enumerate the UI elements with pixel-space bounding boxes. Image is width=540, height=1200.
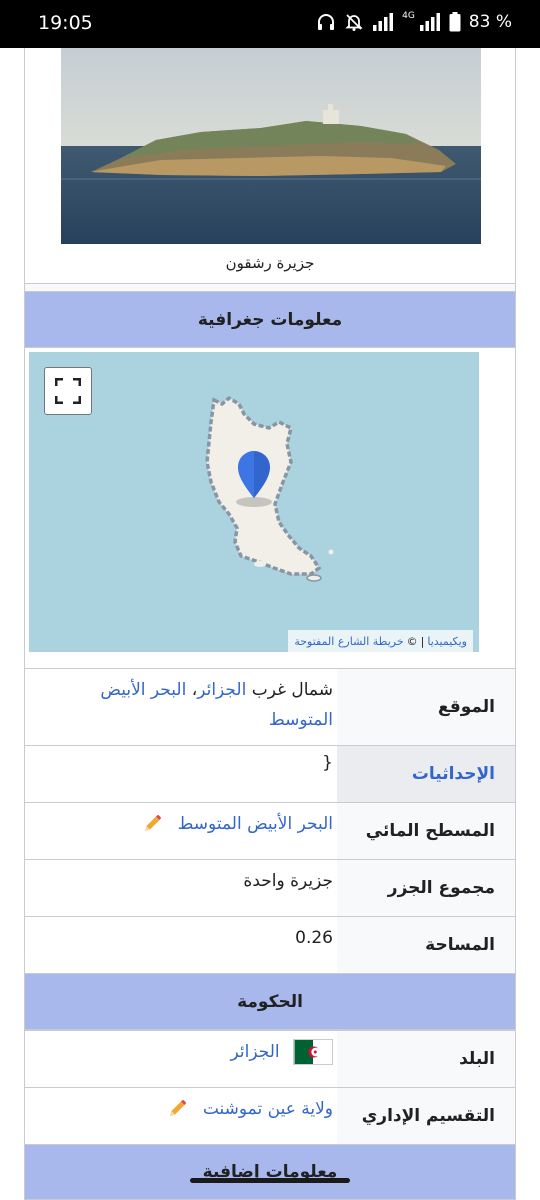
attribution-wikimedia-link[interactable]: ويكيميديا bbox=[427, 635, 467, 648]
status-bar: 19:05 4G 83 % bbox=[0, 0, 540, 48]
island-photo[interactable] bbox=[61, 48, 481, 244]
row-location-value: شمال غرب الجزائر، البحر الأبيض المتوسط bbox=[100, 680, 333, 730]
section-header-geo: معلومات جغرافية bbox=[25, 291, 515, 348]
battery-icon bbox=[449, 12, 461, 32]
row-country-label: البلد bbox=[337, 1031, 515, 1087]
edit-pencil-icon[interactable] bbox=[167, 1099, 187, 1119]
row-coordinates-value: { bbox=[322, 753, 333, 773]
network-type-label: 4G bbox=[402, 11, 415, 21]
row-location: الموقع شمال غرب الجزائر، البحر الأبيض ال… bbox=[25, 668, 515, 745]
location-link-algeria[interactable]: الجزائر bbox=[197, 680, 246, 700]
row-country-value: الجزائر bbox=[25, 1031, 337, 1087]
home-indicator[interactable] bbox=[190, 1178, 350, 1183]
row-archipelago-value: جزيرة واحدة bbox=[243, 871, 333, 891]
battery-percent: 83 % bbox=[468, 12, 512, 32]
map[interactable]: ويكيميديا | © خريطة الشارع المفتوحة bbox=[29, 352, 479, 652]
signal-4g-icon bbox=[419, 13, 440, 31]
section-header-government-title: الحكومة bbox=[237, 991, 303, 1012]
row-admin-division-label: التقسيم الإداري bbox=[337, 1088, 515, 1144]
row-archipelago: مجموع الجزر جزيرة واحدة bbox=[25, 859, 515, 916]
row-country: البلد الجزائر bbox=[25, 1030, 515, 1087]
row-area-value: 0.26 bbox=[295, 928, 333, 948]
image-block: جزيرة رشقون bbox=[25, 48, 515, 284]
section-header-extra: معلومات إضافية bbox=[25, 1144, 515, 1200]
section-header-geo-title: معلومات جغرافية bbox=[197, 309, 343, 330]
edit-pencil-icon[interactable] bbox=[142, 814, 162, 834]
algeria-flag-icon[interactable] bbox=[293, 1039, 333, 1065]
section-header-government: الحكومة bbox=[25, 973, 515, 1030]
water-body-link[interactable]: البحر الأبيض المتوسط bbox=[178, 814, 333, 834]
country-link[interactable]: الجزائر bbox=[231, 1042, 280, 1062]
row-location-label: الموقع bbox=[337, 669, 515, 745]
row-admin-division-value: ولاية عين تموشنت bbox=[25, 1088, 337, 1144]
row-area-label: المساحة bbox=[337, 917, 515, 973]
row-water-body-label: المسطح المائي bbox=[337, 803, 515, 859]
attribution-osm-link[interactable]: خريطة الشارع المفتوحة bbox=[294, 635, 403, 648]
attribution-separator: | bbox=[420, 634, 425, 648]
row-coordinates: الإحداثيات { bbox=[25, 745, 515, 802]
bell-muted-icon bbox=[345, 14, 363, 31]
status-time: 19:05 bbox=[38, 12, 93, 34]
row-water-body: المسطح المائي البحر الأبيض المتوسط bbox=[25, 802, 515, 859]
image-caption: جزيرة رشقون bbox=[225, 254, 315, 272]
infobox: جزيرة رشقون معلومات جغرافية ويكيميديا | … bbox=[24, 48, 516, 1200]
fullscreen-button[interactable] bbox=[44, 367, 92, 415]
row-admin-division: التقسيم الإداري ولاية عين تموشنت bbox=[25, 1087, 515, 1144]
map-attribution: ويكيميديا | © خريطة الشارع المفتوحة bbox=[288, 630, 473, 652]
signal-icon bbox=[373, 13, 394, 31]
attribution-copyright: © bbox=[406, 634, 418, 648]
row-area: المساحة 0.26 bbox=[25, 916, 515, 973]
fullscreen-icon bbox=[55, 378, 81, 404]
map-canvas bbox=[205, 395, 334, 582]
row-archipelago-label: مجموع الجزر bbox=[337, 860, 515, 916]
row-water-body-value: البحر الأبيض المتوسط bbox=[25, 803, 337, 859]
admin-division-link[interactable]: ولاية عين تموشنت bbox=[203, 1099, 333, 1119]
status-icons: 4G 83 % bbox=[316, 11, 512, 32]
row-coordinates-label[interactable]: الإحداثيات bbox=[337, 746, 515, 802]
map-block: ويكيميديا | © خريطة الشارع المفتوحة bbox=[25, 348, 515, 668]
headphones-icon bbox=[318, 14, 335, 30]
